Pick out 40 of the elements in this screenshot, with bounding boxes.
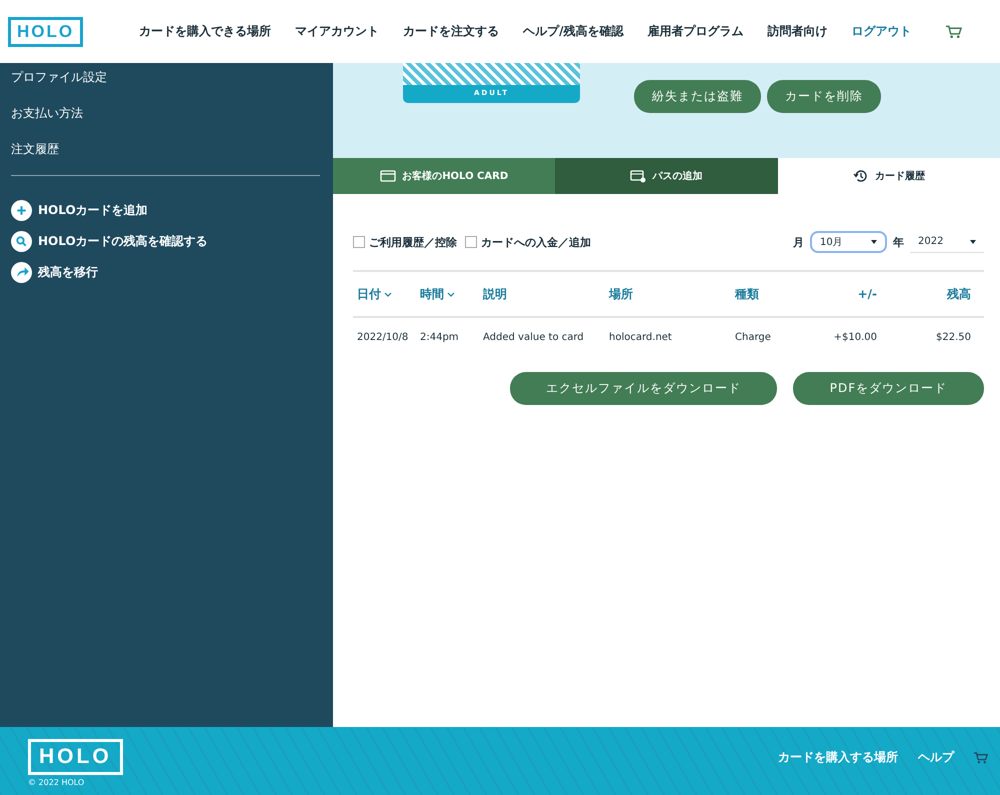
- checkbox-label: ご利用履歴／控除: [369, 234, 457, 250]
- nav-link[interactable]: ヘルプ/残高を確認: [523, 23, 624, 40]
- download-button[interactable]: PDFをダウンロード: [793, 372, 984, 405]
- sidebar-action[interactable]: HOLOカードの残高を確認する: [11, 231, 320, 252]
- logout-link[interactable]: ログアウト: [852, 23, 912, 40]
- nav-link[interactable]: カードを購入できる場所: [139, 23, 272, 40]
- copyright-text: © 2022 HOLO: [28, 778, 86, 787]
- sidebar-item[interactable]: 注文履歴: [11, 139, 320, 160]
- card-action-button[interactable]: 紛失または盗難: [634, 80, 761, 113]
- sortable-column-header[interactable]: 日付: [353, 286, 416, 302]
- tab[interactable]: お客様のHOLO CARD: [333, 158, 556, 194]
- column-header: +/-: [856, 287, 878, 301]
- column-header: 場所: [608, 286, 634, 302]
- tab[interactable]: パスの追加: [555, 158, 778, 194]
- table-cell-text: holocard.net: [608, 332, 673, 342]
- nav-link[interactable]: 雇用者プログラム: [648, 23, 744, 40]
- year-label: 年: [893, 234, 904, 250]
- column-header: 残高: [946, 286, 972, 302]
- month-label: 月: [793, 234, 804, 250]
- nav-link[interactable]: 訪問者向け: [768, 23, 828, 40]
- column-header: 説明: [482, 286, 508, 302]
- sortable-column-header[interactable]: 時間: [416, 286, 479, 302]
- column-header: 種類: [734, 286, 760, 302]
- table-cell-text: 2022/10/8: [356, 332, 410, 342]
- sidebar-item[interactable]: お支払い方法: [11, 103, 320, 124]
- table-cell-text: Added value to card: [482, 332, 585, 342]
- nav-link[interactable]: マイアカウント: [295, 23, 380, 40]
- nav-link[interactable]: カードを注文する: [403, 23, 500, 40]
- download-button[interactable]: エクセルファイルをダウンロード: [510, 372, 777, 405]
- table-cell-text: Charge: [734, 332, 772, 342]
- table-cell-text: 2:44pm: [419, 332, 460, 342]
- checkbox-label: カードへの入金／追加: [481, 234, 591, 250]
- sidebar-item[interactable]: プロファイル設定: [11, 67, 320, 88]
- sidebar-action[interactable]: HOLOカードを追加: [11, 200, 320, 221]
- card-action-button[interactable]: カードを削除: [767, 80, 881, 113]
- year-dropdown[interactable]: 2022: [910, 231, 984, 253]
- table-cell-text: $22.50: [935, 332, 972, 342]
- sidebar-action[interactable]: 残高を移行: [11, 262, 320, 283]
- table-cell-text: +$10.00: [832, 332, 878, 342]
- month-dropdown[interactable]: 10月: [810, 231, 887, 253]
